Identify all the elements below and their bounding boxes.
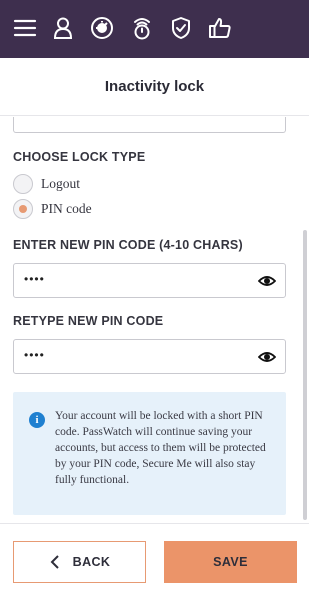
page-header: Inactivity lock	[0, 58, 309, 116]
settings-content[interactable]: CHOOSE LOCK TYPE Logout PIN code ENTER N…	[0, 117, 309, 523]
footer-bar: BACK SAVE	[0, 523, 309, 594]
show-password-eye-icon[interactable]	[258, 349, 276, 365]
shield-icon[interactable]	[168, 15, 194, 41]
radio-label: Logout	[41, 176, 80, 191]
passwatch-timer-icon[interactable]	[129, 15, 155, 41]
retype-pin-heading: RETYPE NEW PIN CODE	[13, 314, 164, 328]
radio-button-selected[interactable]	[13, 199, 33, 219]
retype-pin-field[interactable]: ••••	[13, 339, 286, 374]
new-pin-heading: ENTER NEW PIN CODE (4-10 CHARS)	[13, 238, 243, 252]
new-pin-value: ••••	[24, 272, 45, 286]
save-button[interactable]: SAVE	[164, 541, 297, 583]
retype-pin-value: ••••	[24, 348, 45, 362]
radio-option-pin-code[interactable]: PIN code	[13, 199, 92, 219]
top-nav-bar	[0, 0, 309, 58]
user-icon[interactable]	[50, 15, 76, 41]
scrollbar[interactable]	[303, 230, 307, 520]
lock-type-heading: CHOOSE LOCK TYPE	[13, 150, 146, 164]
show-password-eye-icon[interactable]	[258, 273, 276, 289]
info-text: Your account will be locked with a short…	[55, 410, 266, 486]
radio-label: PIN code	[41, 201, 92, 216]
radio-option-logout[interactable]: Logout	[13, 174, 80, 194]
info-icon: i	[29, 412, 45, 428]
new-pin-field[interactable]: ••••	[13, 263, 286, 298]
back-button-label: BACK	[72, 555, 111, 569]
dashboard-gauge-icon[interactable]	[89, 15, 115, 41]
info-notice: i Your account will be locked with a sho…	[13, 392, 286, 515]
back-button[interactable]: BACK	[13, 541, 146, 583]
previous-field-bottom	[13, 117, 286, 133]
menu-icon[interactable]	[12, 15, 38, 41]
chevron-left-icon	[50, 555, 59, 569]
save-button-label: SAVE	[213, 555, 248, 569]
page-title: Inactivity lock	[104, 78, 205, 95]
radio-button[interactable]	[13, 174, 33, 194]
thumbs-up-icon[interactable]	[207, 15, 233, 41]
